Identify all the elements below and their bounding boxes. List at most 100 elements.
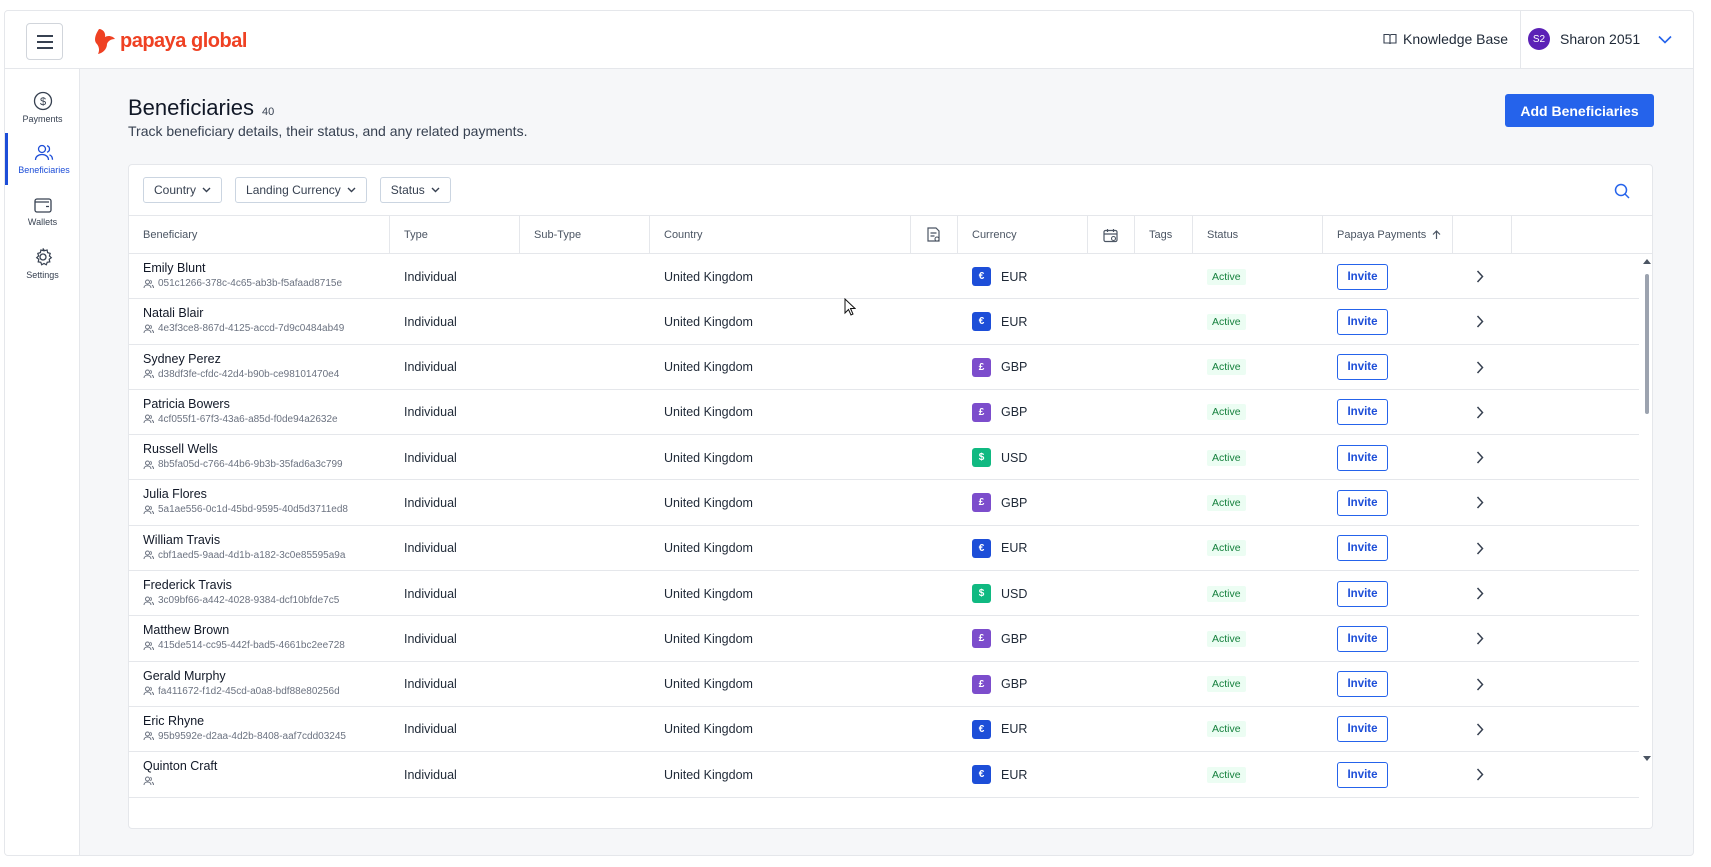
scroll-up-arrow[interactable] (1643, 259, 1651, 264)
row-chevron[interactable] (1476, 480, 1484, 525)
currency-cell: £ GBP (972, 390, 1027, 435)
sidebar-item-wallets[interactable]: Wallets (5, 185, 80, 237)
row-chevron[interactable] (1476, 435, 1484, 480)
beneficiary-name[interactable]: Sydney Perez (143, 352, 221, 366)
scrollbar-thumb[interactable] (1645, 274, 1649, 414)
row-chevron[interactable] (1476, 662, 1484, 707)
status-cell: Active (1207, 752, 1246, 797)
column-header-document[interactable] (911, 216, 958, 254)
beneficiary-name[interactable]: Quinton Craft (143, 759, 217, 773)
table-row[interactable]: Emily Blunt 051c1266-378c-4c65-ab3b-f5afa… (129, 254, 1639, 300)
chevron-right-icon[interactable] (1476, 678, 1484, 691)
table-row[interactable]: Frederick Travis 3c09bf66-a442-4028-9384-… (129, 571, 1639, 617)
column-header-status[interactable]: Status (1193, 216, 1323, 254)
table-row[interactable]: Quinton Craft Individual United Kingdom € EU… (129, 752, 1639, 798)
row-chevron[interactable] (1476, 707, 1484, 752)
invite-button[interactable]: Invite (1337, 354, 1388, 381)
chevron-right-icon[interactable] (1476, 542, 1484, 555)
invite-button[interactable]: Invite (1337, 444, 1388, 471)
column-header-papaya-payments[interactable]: Papaya Payments (1323, 216, 1453, 254)
currency-icon: € (972, 312, 991, 332)
menu-icon[interactable] (26, 23, 63, 60)
beneficiary-name[interactable]: Julia Flores (143, 487, 207, 501)
table-row[interactable]: Patricia Bowers 4cf055f1-67f3-43a6-a85d-f… (129, 390, 1639, 436)
table-row[interactable]: Gerald Murphy fa411672-f1d2-45cd-a0a8-bdf… (129, 662, 1639, 707)
country-cell: United Kingdom (664, 269, 753, 284)
chevron-right-icon[interactable] (1476, 768, 1484, 781)
invite-button[interactable]: Invite (1337, 625, 1388, 652)
table-row[interactable]: Julia Flores 5a1ae556-0c1d-45bd-9595-40d5… (129, 480, 1639, 526)
user-menu[interactable]: S2 Sharon 2051 (1528, 28, 1672, 50)
invite-button[interactable]: Invite (1337, 399, 1388, 426)
beneficiary-name[interactable]: Eric Rhyne (143, 714, 204, 728)
beneficiary-name[interactable]: Patricia Bowers (143, 397, 230, 411)
row-chevron[interactable] (1476, 571, 1484, 616)
invite-button[interactable]: Invite (1337, 535, 1388, 562)
beneficiary-name[interactable]: Gerald Murphy (143, 669, 226, 683)
column-header-currency[interactable]: Currency (958, 216, 1088, 254)
sort-ascending-icon[interactable] (1432, 230, 1441, 240)
invite-button[interactable]: Invite (1337, 308, 1388, 335)
table-row[interactable]: Sydney Perez d38df3fe-cfdc-42d4-b90b-ce98… (129, 345, 1639, 390)
invite-button[interactable]: Invite (1337, 580, 1388, 607)
chevron-right-icon[interactable] (1476, 270, 1484, 283)
knowledge-base-link[interactable]: Knowledge Base (1383, 31, 1508, 47)
invite-button[interactable]: Invite (1337, 761, 1388, 788)
column-header-subtype[interactable]: Sub-Type (520, 216, 650, 254)
chevron-right-icon[interactable] (1476, 496, 1484, 509)
column-header-tags[interactable]: Tags (1135, 216, 1193, 254)
row-chevron[interactable] (1476, 526, 1484, 571)
table-row[interactable]: Russell Wells 8b5fa05d-c766-44b6-9b3b-35f… (129, 435, 1639, 481)
chevron-right-icon[interactable] (1476, 587, 1484, 600)
chevron-right-icon[interactable] (1476, 451, 1484, 464)
invite-button[interactable]: Invite (1337, 671, 1388, 698)
filter-country[interactable]: Country (143, 177, 223, 203)
row-chevron[interactable] (1476, 345, 1484, 390)
beneficiary-name[interactable]: William Travis (143, 533, 220, 547)
type-cell: Individual (404, 586, 457, 601)
search-icon[interactable] (1614, 183, 1630, 199)
row-chevron[interactable] (1476, 299, 1484, 344)
invite-button[interactable]: Invite (1337, 263, 1388, 290)
chevron-down-icon[interactable] (1658, 35, 1672, 44)
scrollbar[interactable] (1639, 254, 1652, 828)
chevron-right-icon[interactable] (1476, 632, 1484, 645)
row-chevron[interactable] (1476, 390, 1484, 435)
table-row[interactable]: Matthew Brown 415de514-cc95-442f-bad5-466… (129, 616, 1639, 662)
filter-landing-currency[interactable]: Landing Currency (235, 177, 367, 203)
add-beneficiaries-button[interactable]: Add Beneficiaries (1505, 94, 1654, 127)
row-chevron[interactable] (1476, 616, 1484, 661)
invite-button[interactable]: Invite (1337, 489, 1388, 516)
row-chevron[interactable] (1476, 254, 1484, 299)
row-chevron[interactable] (1476, 752, 1484, 797)
invite-button[interactable]: Invite (1337, 716, 1388, 743)
chevron-right-icon[interactable] (1476, 315, 1484, 328)
column-header-date[interactable] (1088, 216, 1135, 254)
column-header-country[interactable]: Country (650, 216, 911, 254)
chevron-right-icon[interactable] (1476, 361, 1484, 374)
papaya-payments-cell: Invite (1337, 526, 1388, 571)
status-badge: Active (1207, 313, 1246, 330)
column-header-type[interactable]: Type (390, 216, 520, 254)
sidebar-item-payments[interactable]: $ Payments (5, 81, 80, 133)
users-icon (143, 686, 154, 696)
beneficiary-id: 3c09bf66-a442-4028-9384-dcf10bfde7c5 (143, 595, 339, 606)
column-header-beneficiary[interactable]: Beneficiary (129, 216, 390, 254)
beneficiary-name[interactable]: Matthew Brown (143, 623, 229, 637)
sidebar-item-beneficiaries[interactable]: Beneficiaries (5, 133, 80, 185)
sidebar-item-settings[interactable]: Settings (5, 237, 80, 289)
logo[interactable]: papaya global (93, 27, 247, 55)
beneficiary-name[interactable]: Frederick Travis (143, 578, 232, 592)
beneficiary-name[interactable]: Emily Blunt (143, 261, 206, 275)
table-row[interactable]: Eric Rhyne 95b9592e-d2aa-4d2b-8408-aaf7cd… (129, 707, 1639, 753)
scroll-down-arrow[interactable] (1643, 756, 1651, 761)
beneficiary-id-text: cbf1aed5-9aad-4d1b-a182-3c0e85595a9a (158, 549, 346, 561)
papaya-payments-cell: Invite (1337, 299, 1388, 344)
beneficiary-name[interactable]: Russell Wells (143, 442, 218, 456)
table-row[interactable]: Natali Blair 4e3f3ce8-867d-4125-accd-7d9c… (129, 299, 1639, 345)
beneficiary-name[interactable]: Natali Blair (143, 306, 203, 320)
chevron-right-icon[interactable] (1476, 723, 1484, 736)
filter-status[interactable]: Status (379, 177, 451, 203)
chevron-right-icon[interactable] (1476, 406, 1484, 419)
table-row[interactable]: William Travis cbf1aed5-9aad-4d1b-a182-3c… (129, 526, 1639, 572)
